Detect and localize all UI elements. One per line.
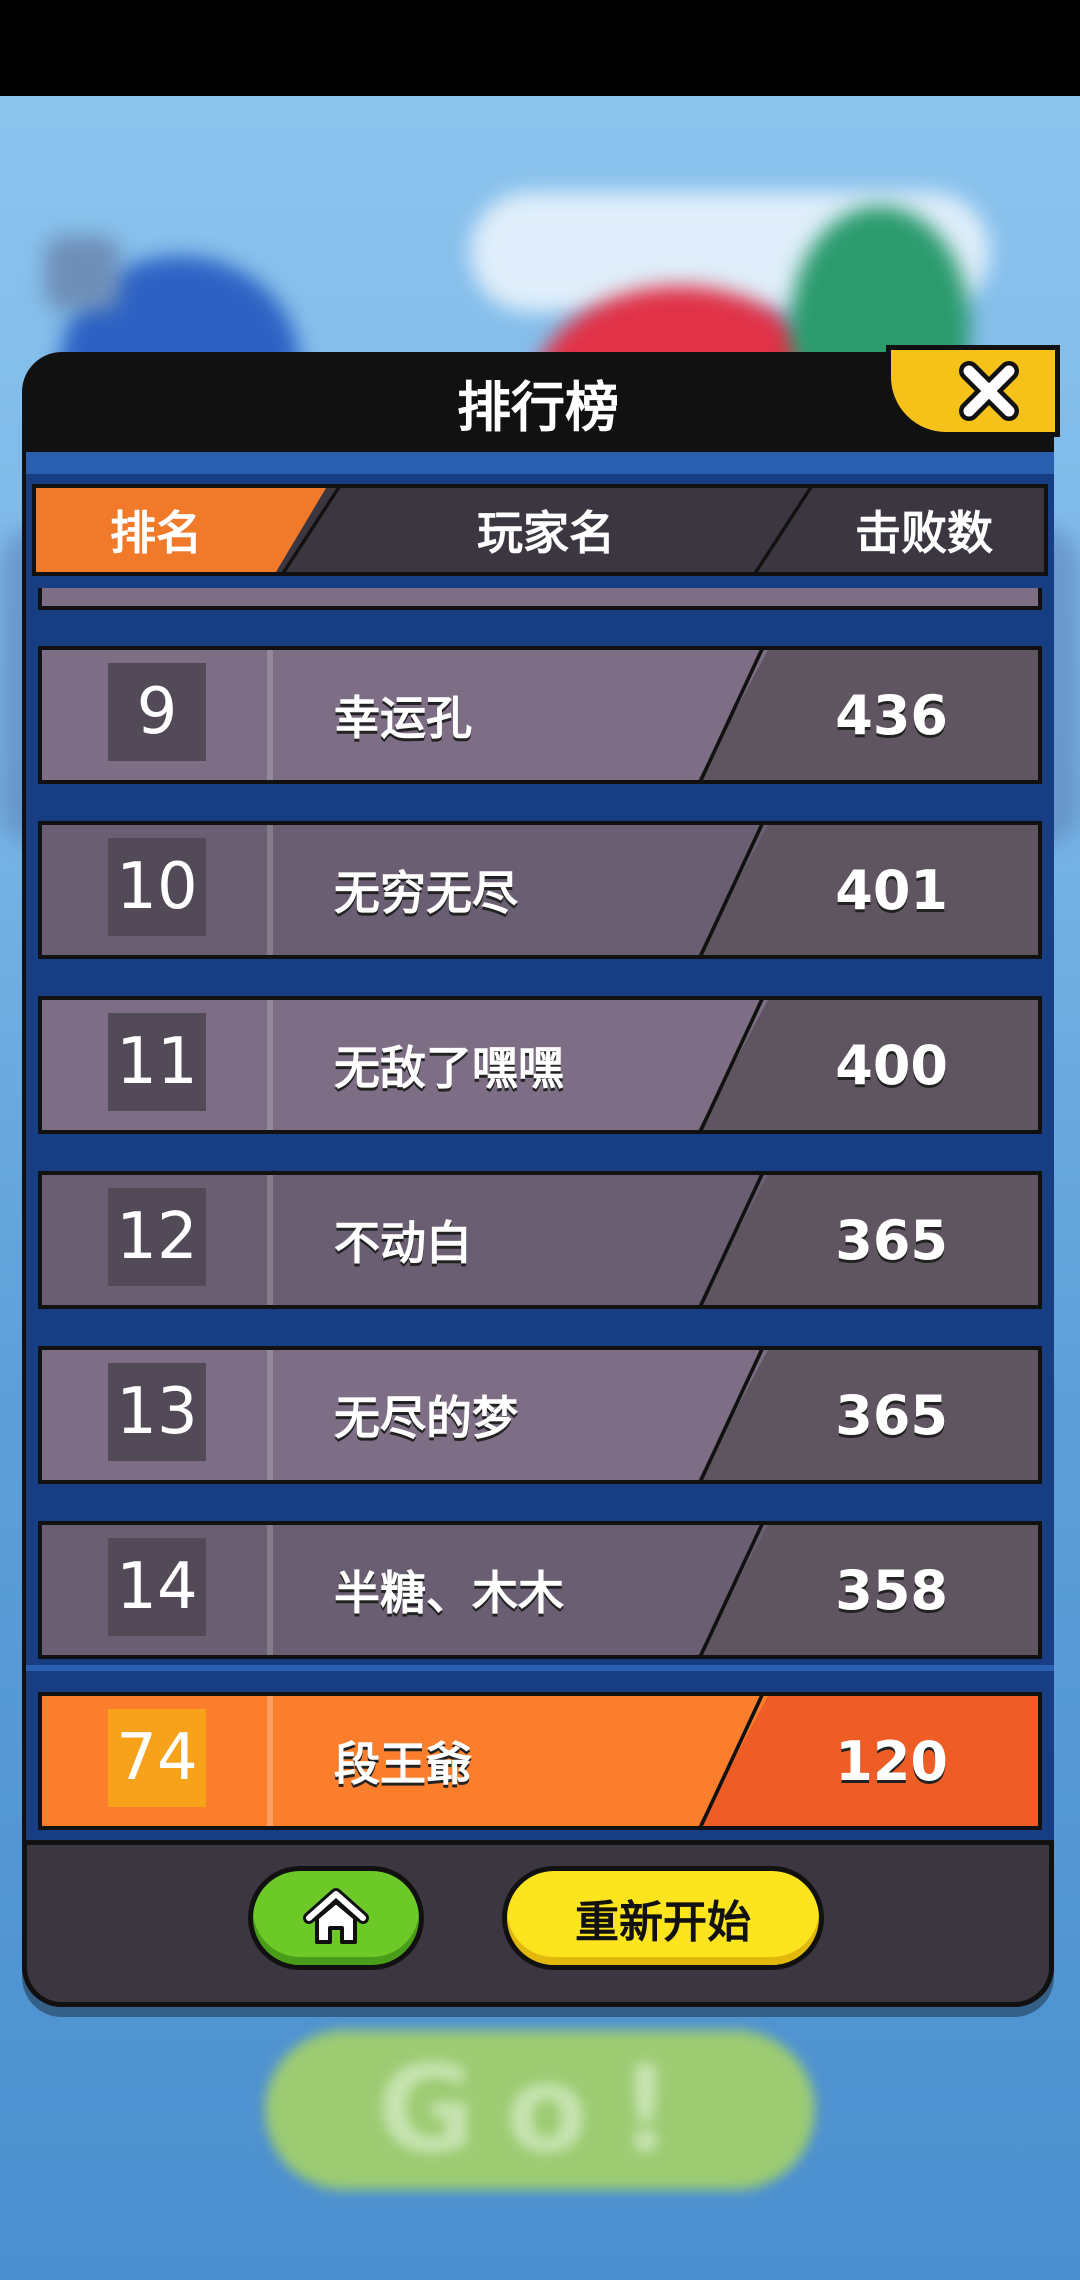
kill-count: 365: [835, 1383, 948, 1447]
table-header: 排名 玩家名 击败数: [32, 484, 1048, 576]
kill-count: 401: [835, 858, 948, 922]
rank-number: 12: [108, 1188, 206, 1286]
rank-number: 13: [108, 1363, 206, 1461]
rank-number: 9: [108, 663, 206, 761]
player-name: 半糖、木木: [334, 1566, 564, 1620]
go-button: Go!: [265, 2030, 815, 2190]
kill-count: 365: [835, 1208, 948, 1272]
player-name: 幸运孔: [334, 691, 472, 745]
list-item: 12 不动白 365: [38, 1171, 1042, 1309]
kill-count: 400: [835, 1033, 948, 1097]
list-item-partial: [38, 588, 1042, 610]
my-player-name: 段王爺: [334, 1737, 472, 1791]
restart-button[interactable]: 重新开始: [502, 1866, 824, 1970]
player-name: 无敌了嘿嘿: [334, 1041, 564, 1095]
my-kill-count: 120: [835, 1729, 948, 1793]
home-button[interactable]: [248, 1866, 424, 1970]
header-player-name: 玩家名: [477, 506, 615, 560]
close-icon: [959, 361, 1019, 421]
close-button[interactable]: [886, 345, 1060, 437]
my-rank-row: 74 段王爺 120: [38, 1692, 1042, 1830]
header-rank: 排名: [110, 506, 202, 560]
status-bar: [0, 0, 1080, 96]
player-name: 无穷无尽: [334, 866, 518, 920]
header-kills: 击败数: [855, 506, 993, 560]
list-item: 10 无穷无尽 401: [38, 821, 1042, 959]
rank-number: 10: [108, 838, 206, 936]
list-item: 9 幸运孔 436: [38, 646, 1042, 784]
kill-count: 436: [835, 683, 948, 747]
kill-count: 358: [835, 1558, 948, 1622]
rank-number: 14: [108, 1538, 206, 1636]
list-item: 13 无尽的梦 365: [38, 1346, 1042, 1484]
list-item: 14 半糖、木木 358: [38, 1521, 1042, 1659]
player-name: 不动白: [334, 1216, 472, 1270]
list-item: 11 无敌了嘿嘿 400: [38, 996, 1042, 1134]
home-icon: [303, 1888, 369, 1944]
my-rank-number: 74: [108, 1709, 206, 1807]
rank-number: 11: [108, 1013, 206, 1111]
player-name: 无尽的梦: [334, 1391, 518, 1445]
